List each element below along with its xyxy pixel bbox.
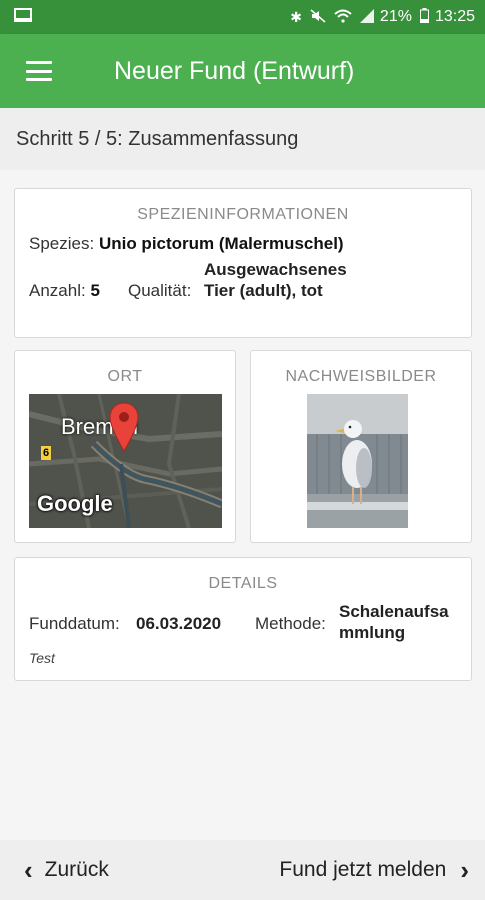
map-road-label: 6 bbox=[41, 446, 52, 460]
wifi-icon bbox=[334, 9, 352, 26]
species-value: Unio pictorum (Malermuschel) bbox=[98, 234, 344, 253]
location-card-title: ORT bbox=[107, 368, 143, 385]
species-info-card: SPEZIENINFORMATIONEN Spezies: Unio picto… bbox=[14, 188, 472, 338]
screen-icon bbox=[14, 7, 32, 27]
submit-button[interactable]: Fund jetzt melden › bbox=[279, 857, 469, 883]
submit-label: Fund jetzt melden bbox=[279, 858, 447, 881]
chevron-right-icon: › bbox=[460, 855, 469, 885]
count-value: 5 bbox=[90, 281, 100, 300]
menu-button[interactable] bbox=[0, 34, 78, 108]
method-value: Schalenaufsammlung bbox=[339, 602, 449, 642]
mute-icon bbox=[310, 8, 326, 26]
status-bar: ✱ 21% 13:25 bbox=[0, 0, 485, 34]
seagull-photo[interactable] bbox=[307, 394, 408, 528]
images-card-title: NACHWEISBILDER bbox=[285, 368, 437, 385]
count-label: Anzahl: bbox=[29, 281, 86, 300]
page-title: Neuer Fund (Entwurf) bbox=[114, 56, 355, 85]
details-card-title: DETAILS bbox=[208, 575, 278, 592]
map-thumbnail[interactable]: Bremen 6 Google bbox=[29, 394, 222, 528]
clock: 13:25 bbox=[434, 8, 475, 25]
back-label: Zurück bbox=[44, 858, 109, 881]
date-value: 06.03.2020 bbox=[136, 614, 222, 633]
bluetooth-icon: ✱ bbox=[290, 8, 302, 25]
evidence-images-card[interactable]: NACHWEISBILDER bbox=[250, 350, 472, 543]
app-bar: Neuer Fund (Entwurf) bbox=[0, 34, 485, 108]
google-logo: Google bbox=[37, 491, 113, 516]
details-card: DETAILS Funddatum: 06.03.2020 Methode: S… bbox=[14, 557, 472, 681]
back-button[interactable]: ‹ Zurück bbox=[24, 857, 109, 883]
bottom-navigation: ‹ Zurück Fund jetzt melden › bbox=[0, 840, 485, 900]
location-card[interactable]: ORT Bremen 6 Google bbox=[14, 350, 236, 543]
chevron-left-icon: ‹ bbox=[24, 855, 33, 885]
battery-percent: 21% bbox=[379, 8, 412, 25]
quality-value: Ausgewachsenes Tier (adult), tot bbox=[204, 260, 347, 300]
step-indicator: Schritt 5 / 5: Zusammenfassung bbox=[0, 108, 485, 170]
species-card-title: SPEZIENINFORMATIONEN bbox=[137, 206, 349, 223]
quality-label: Qualität: bbox=[128, 281, 192, 300]
signal-icon bbox=[359, 8, 374, 26]
map-pin-icon bbox=[109, 402, 139, 457]
method-label: Methode: bbox=[255, 614, 326, 633]
date-label: Funddatum: bbox=[29, 614, 120, 633]
battery-icon bbox=[419, 8, 429, 26]
species-label: Spezies: bbox=[29, 234, 95, 253]
hamburger-icon bbox=[26, 61, 52, 81]
note-text: Test bbox=[29, 650, 55, 666]
